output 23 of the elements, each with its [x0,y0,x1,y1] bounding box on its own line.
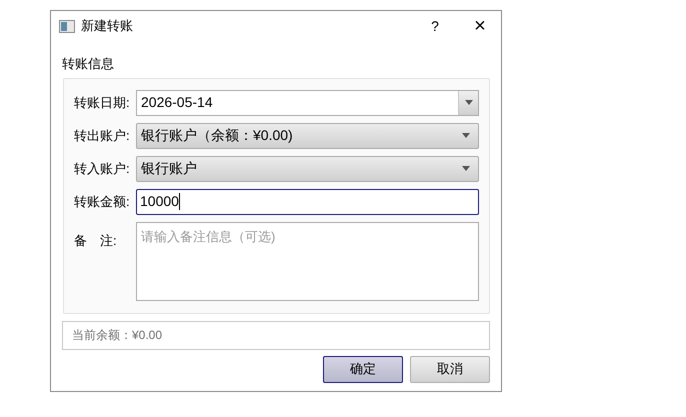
field-label: 转出账户: [74,126,131,145]
account-dropdown[interactable]: 银行账户 [136,156,479,182]
date-value: 2026-05-14 [140,93,214,112]
caret-icon [462,133,470,138]
window-icon [59,20,75,32]
date-field[interactable]: 2026-05-14 [136,90,479,116]
caret-icon [464,100,472,105]
window-title: 新建转账 [81,17,134,36]
caret-icon [462,166,470,171]
close-button[interactable]: × [463,16,497,36]
field-label: 备 注: [74,232,118,250]
dropdown-button[interactable] [458,90,478,114]
field-label: 转账金额: [74,192,131,211]
help-button[interactable]: ? [425,16,445,36]
amount-field[interactable]: 10000 [136,188,479,214]
section-title: 转账信息 [62,55,115,73]
dialog-button[interactable]: 取消 [410,356,490,382]
balance-text: 当前余额：¥0.00 [72,327,162,344]
field-label: 转入账户: [74,160,131,178]
dialog-button[interactable]: 确定 [323,356,403,382]
account-dropdown[interactable]: 银行账户（余额：¥0.00) [136,122,479,148]
note-field[interactable]: 请输入备注信息（可选) [136,222,479,300]
field-label: 转账日期: [74,94,131,112]
